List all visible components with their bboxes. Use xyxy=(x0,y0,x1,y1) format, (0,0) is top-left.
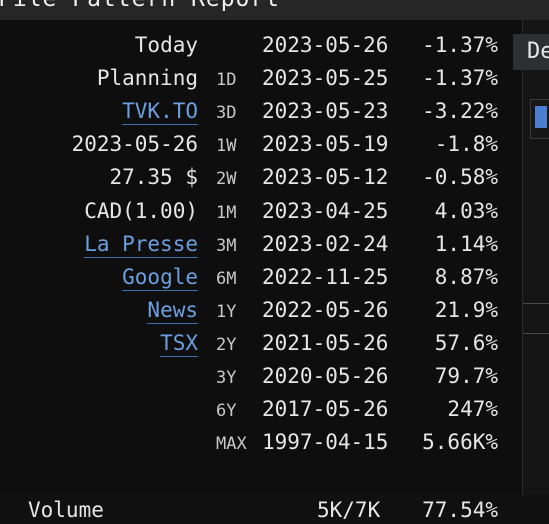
period-row: 3Y 2020-05-26 79.7% xyxy=(0,364,522,397)
period-change: -3.22% xyxy=(422,99,498,124)
period-date: 2023-02-24 xyxy=(262,231,389,256)
info-label: 27.35 $ xyxy=(109,165,198,190)
volume-label: Volume xyxy=(28,498,104,522)
period-change: -1.37% xyxy=(422,66,498,91)
period-change: 8.87% xyxy=(434,264,498,289)
period-label: 1Y xyxy=(216,301,237,322)
period-date: 2023-05-12 xyxy=(262,165,389,190)
period-row: CAD(1.00) 1M 2023-04-25 4.03% xyxy=(0,199,522,232)
period-change: -0.58% xyxy=(422,165,498,190)
window-title: File Pattern Report xyxy=(0,0,280,12)
volume-percent: 77.54% xyxy=(422,498,498,522)
period-date: 2023-05-26 xyxy=(262,33,389,57)
info-link[interactable]: Google xyxy=(122,265,198,291)
period-label: 3M xyxy=(216,235,237,256)
period-date: 2021-05-26 xyxy=(262,330,389,355)
info-label: 2023-05-26 xyxy=(71,132,198,157)
tab-details[interactable]: De xyxy=(513,34,549,70)
period-row: TVK.TO 3D 2023-05-23 -3.22% xyxy=(0,99,522,132)
info-link[interactable]: La Presse xyxy=(84,232,198,258)
volume-value: 5K/7K xyxy=(317,498,381,522)
period-row: Google 6M 2022-11-25 8.87% xyxy=(0,265,522,298)
period-date: 1997-04-15 xyxy=(262,430,389,455)
period-date: 2023-04-25 xyxy=(262,198,389,223)
period-row: 6Y 2017-05-26 247% xyxy=(0,397,522,430)
period-label: 6Y xyxy=(216,401,237,422)
volume-row: Volume 5K/7K 77.54% xyxy=(0,494,522,524)
period-date: 2023-05-19 xyxy=(262,132,389,157)
period-change: -1.37% xyxy=(422,33,498,57)
period-date: 2023-05-25 xyxy=(262,66,389,91)
period-label: 3D xyxy=(216,103,237,124)
period-change: 4.03% xyxy=(434,198,498,223)
report-panel: Today 2023-05-26 -1.37% Planning 1D 2023-05-2… xyxy=(0,20,522,522)
period-date: 2017-05-26 xyxy=(262,397,389,422)
divider xyxy=(523,333,549,334)
divider xyxy=(523,303,549,304)
period-label: 1D xyxy=(216,70,237,91)
period-date: 2023-05-23 xyxy=(262,99,389,124)
info-label: Today xyxy=(134,33,198,57)
period-row: Planning 1D 2023-05-25 -1.37% xyxy=(0,66,522,99)
info-link[interactable]: TVK.TO xyxy=(122,99,198,126)
period-row: Today 2023-05-26 -1.37% xyxy=(0,33,522,66)
color-picker[interactable] xyxy=(530,99,549,139)
period-label: 2W xyxy=(216,169,237,190)
info-label: Planning xyxy=(96,66,198,91)
period-row: MAX 1997-04-15 5.66K% xyxy=(0,430,522,463)
period-date: 2022-05-26 xyxy=(262,297,389,322)
period-change: 1.14% xyxy=(434,231,498,256)
period-row: 2023-05-26 1W 2023-05-19 -1.8% xyxy=(0,132,522,165)
period-change: -1.8% xyxy=(434,132,498,157)
period-label: 3Y xyxy=(216,368,237,388)
period-label: 1M xyxy=(216,202,237,223)
right-panel: De xyxy=(513,20,549,495)
period-label: 6M xyxy=(216,268,237,289)
info-link[interactable]: News xyxy=(147,298,198,324)
info-link[interactable]: TSX xyxy=(160,331,198,357)
period-date: 2020-05-26 xyxy=(262,364,389,388)
period-row: News 1Y 2022-05-26 21.9% xyxy=(0,298,522,331)
color-swatch[interactable] xyxy=(535,106,547,128)
period-change: 79.7% xyxy=(434,364,498,388)
period-label: MAX xyxy=(216,434,247,455)
info-label: CAD(1.00) xyxy=(84,198,198,223)
period-label: 1W xyxy=(216,136,237,157)
window-titlebar: File Pattern Report xyxy=(0,0,549,20)
period-row: La Presse 3M 2023-02-24 1.14% xyxy=(0,232,522,265)
period-row: 27.35 $ 2W 2023-05-12 -0.58% xyxy=(0,165,522,198)
period-date: 2022-11-25 xyxy=(262,264,389,289)
period-label: 2Y xyxy=(216,334,237,355)
period-change: 57.6% xyxy=(434,330,498,355)
period-change: 5.66K% xyxy=(422,430,498,455)
period-change: 21.9% xyxy=(434,297,498,322)
period-row: TSX 2Y 2021-05-26 57.6% xyxy=(0,331,522,364)
period-change: 247% xyxy=(447,397,498,422)
